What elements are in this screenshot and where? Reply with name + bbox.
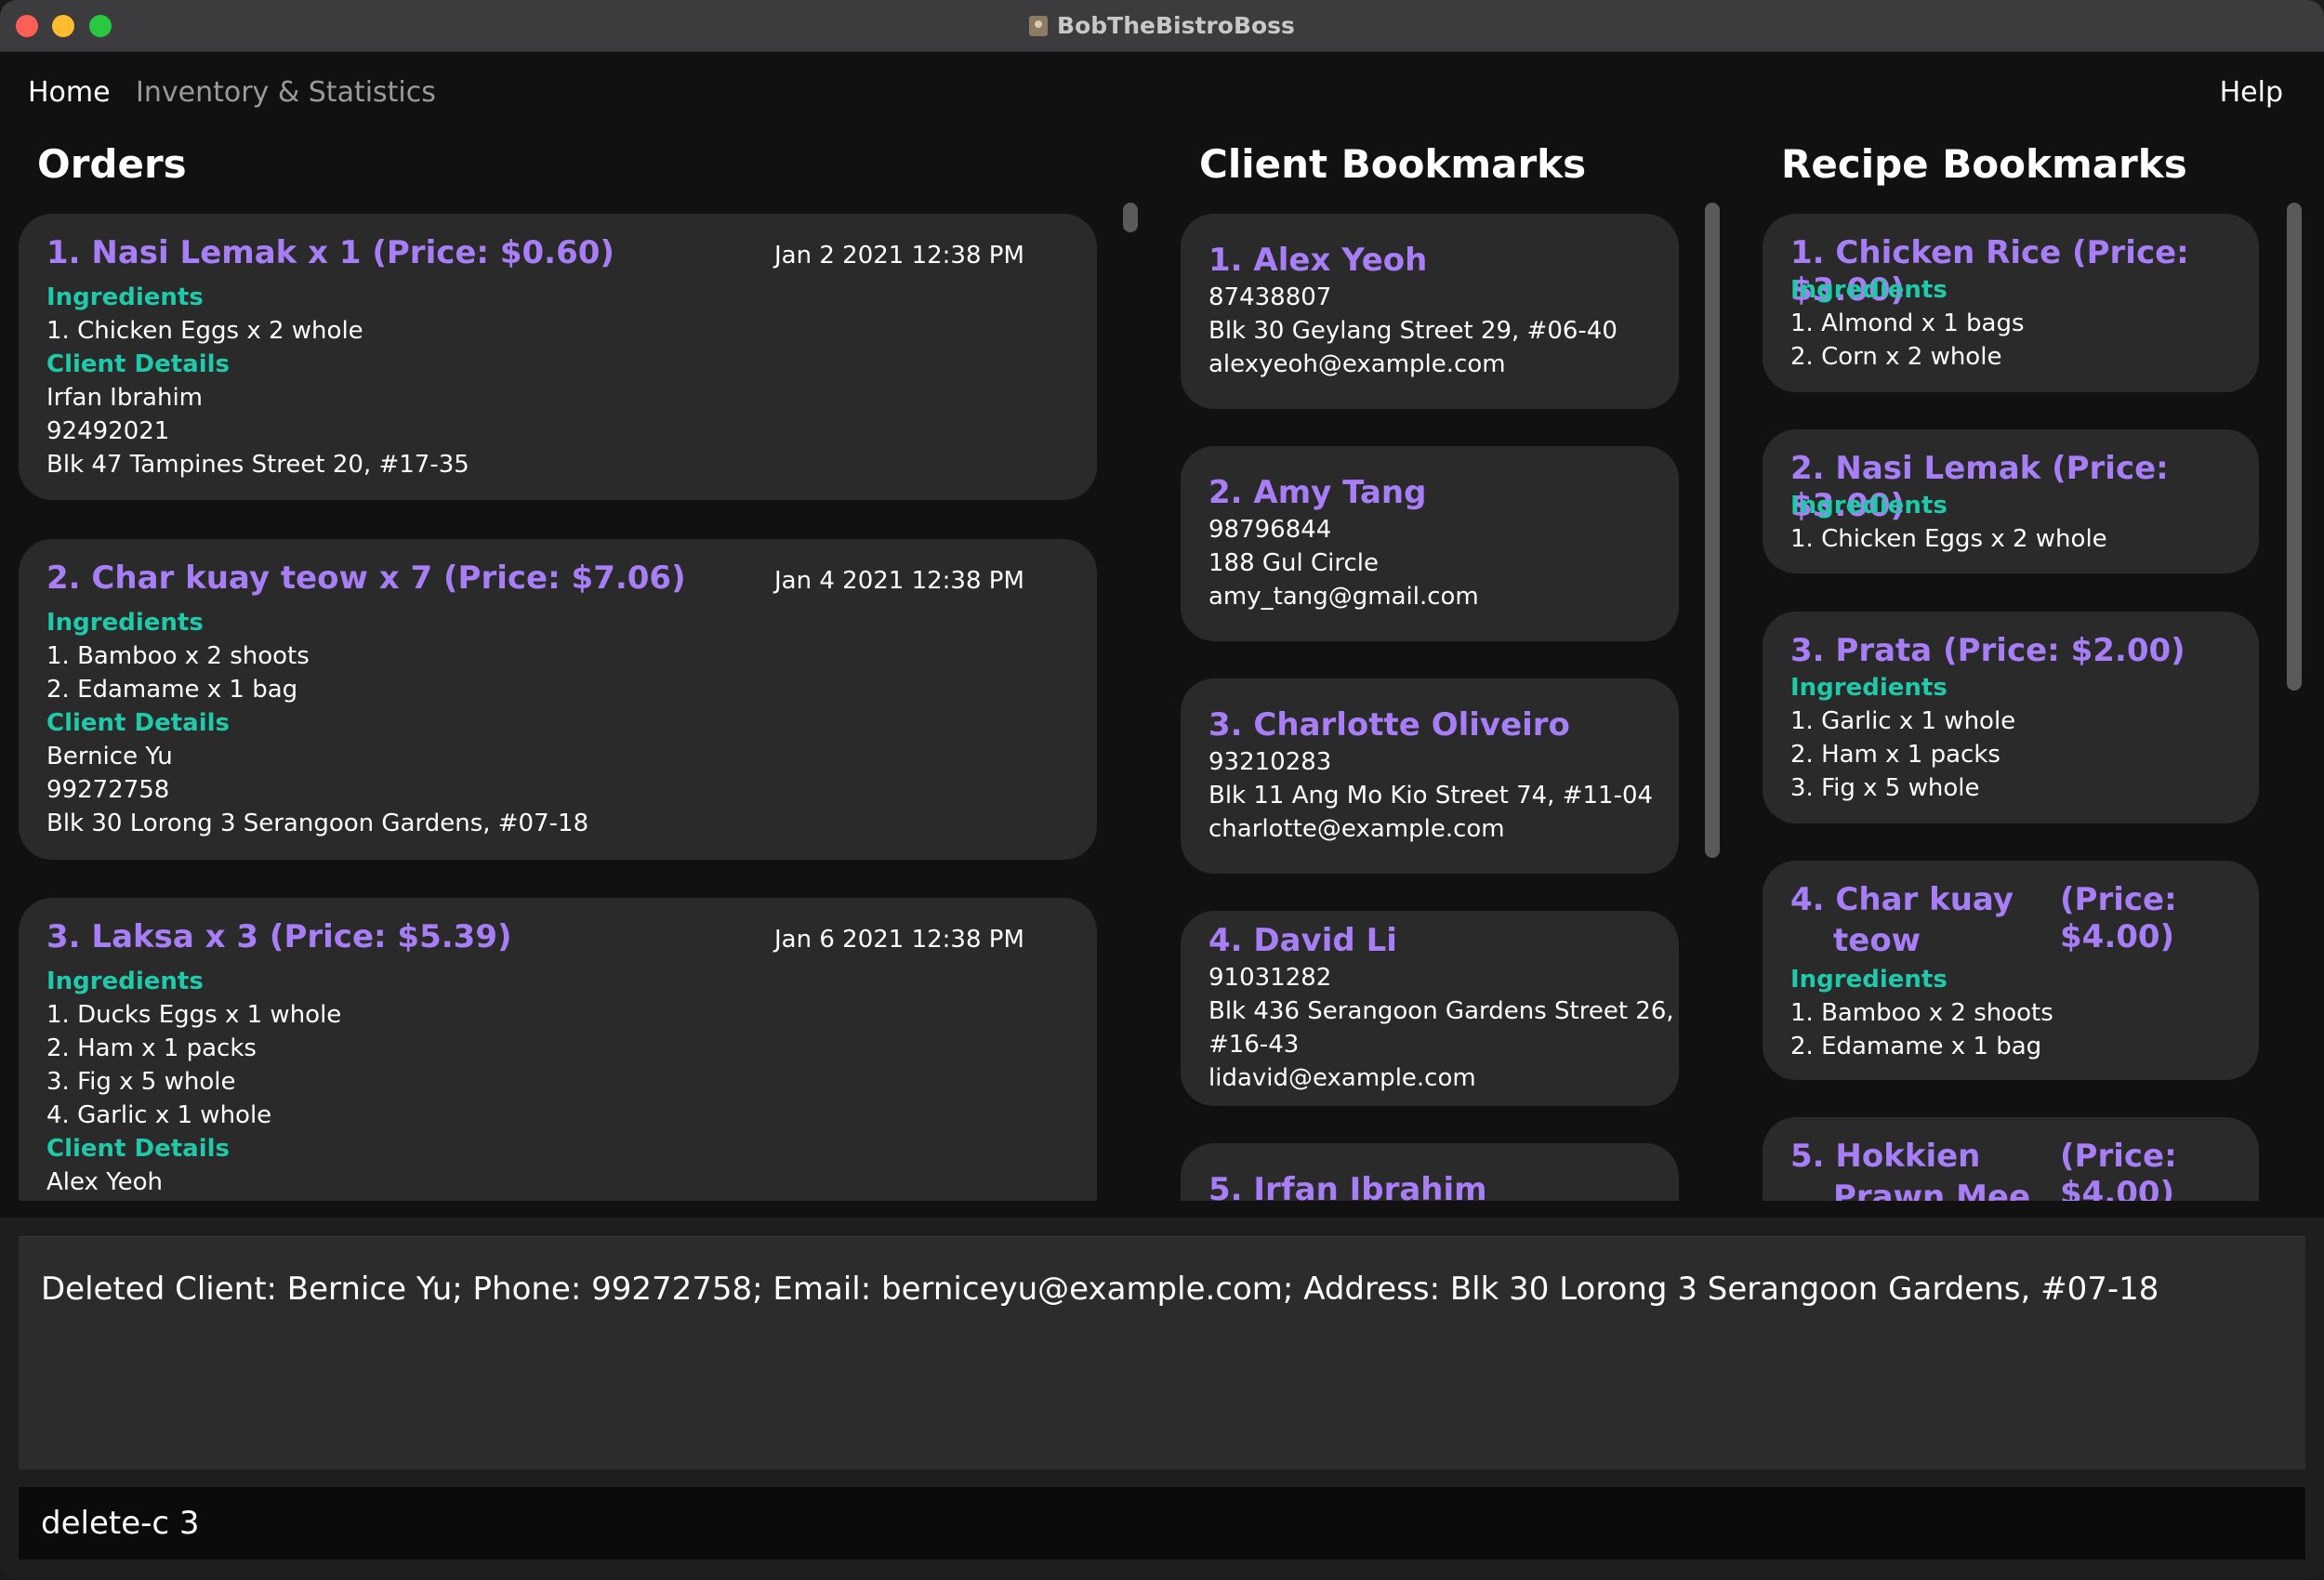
recipe-title: 5. Hokkien [1790, 1138, 1981, 1175]
app-icon [1029, 15, 1049, 36]
command-input[interactable] [41, 1502, 2272, 1545]
recipe-card[interactable]: 2. Nasi Lemak (Price: $3.00) Ingredients… [1763, 429, 2259, 573]
client-bookmarks-title: Client Bookmarks [1199, 141, 1587, 187]
client-line: 92492021 [46, 417, 170, 445]
client-line: 99272758 [46, 776, 170, 804]
ingredient-line: 2. Edamame x 1 bag [46, 676, 298, 704]
orders-list[interactable]: 1. Nasi Lemak x 1 (Price: $0.60) Jan 2 2… [0, 197, 1162, 1201]
client-card[interactable]: 4. David Li 91031282 Blk 436 Serangoon G… [1181, 911, 1679, 1106]
result-message: Deleted Client: Bernice Yu; Phone: 99272… [41, 1271, 2159, 1308]
ingredient-line: 1. Almond x 1 bags [1790, 309, 2025, 337]
app-window: BobTheBistroBoss Home Inventory & Statis… [0, 0, 2324, 1580]
ingredient-line: 2. Corn x 2 whole [1790, 343, 2002, 371]
orders-scrollbar-thumb[interactable] [1123, 203, 1138, 232]
ingredient-line: 2. Ham x 1 packs [46, 1034, 257, 1062]
client-details-heading: Client Details [46, 1135, 231, 1163]
client-phone: 93210283 [1208, 748, 1332, 776]
order-card[interactable]: 1. Nasi Lemak x 1 (Price: $0.60) Jan 2 2… [19, 214, 1097, 500]
client-line: Bernice Yu [46, 743, 173, 770]
recipe-card[interactable]: 5. Hokkien Prawn Mee (Price: $4.00) [1763, 1117, 2259, 1201]
client-email: lidavid@example.com [1208, 1064, 1476, 1092]
client-details-heading: Client Details [46, 709, 231, 737]
recipe-bookmarks-scrollbar-thumb[interactable] [2287, 203, 2302, 691]
recipe-bookmarks-list[interactable]: 1. Chicken Rice (Price: $3.00) Ingredien… [1748, 197, 2287, 1201]
ingredient-line: 1. Chicken Eggs x 2 whole [1790, 525, 2107, 553]
ingredient-line: 1. Bamboo x 2 shoots [1790, 999, 2053, 1027]
recipe-card[interactable]: 3. Prata (Price: $2.00) Ingredients 1. G… [1763, 612, 2259, 823]
client-bookmarks-list[interactable]: 1. Alex Yeoh 87438807 Blk 30 Geylang Str… [1171, 197, 1701, 1201]
menu-bar: Home Inventory & Statistics Help [0, 52, 2324, 136]
client-phone: 98796844 [1208, 516, 1332, 544]
order-title: 2. Char kuay teow x 7 (Price: $7.06) [46, 560, 686, 597]
result-display: Deleted Client: Bernice Yu; Phone: 99272… [19, 1236, 2305, 1469]
client-bookmarks-scrollbar-thumb[interactable] [1705, 203, 1720, 858]
recipe-price: (Price: $4.00) [2060, 881, 2177, 955]
order-title: 1. Nasi Lemak x 1 (Price: $0.60) [46, 234, 614, 271]
order-title: 3. Laksa x 3 (Price: $5.39) [46, 918, 512, 955]
ingredient-line: 2. Ham x 1 packs [1790, 741, 2000, 769]
client-card[interactable]: 3. Charlotte Oliveiro 93210283 Blk 11 An… [1181, 678, 1679, 874]
client-card[interactable]: 5. Irfan Ibrahim [1181, 1143, 1679, 1201]
client-details-heading: Client Details [46, 350, 231, 378]
ingredient-line: 4. Garlic x 1 whole [46, 1101, 272, 1129]
ingredients-heading: Ingredients [46, 609, 204, 637]
client-name: 4. David Li [1208, 922, 1397, 959]
client-address: Blk 30 Geylang Street 29, #06-40 [1208, 317, 1618, 345]
menu-help[interactable]: Help [2220, 76, 2283, 109]
window-title: BobTheBistroBoss [1057, 12, 1295, 39]
client-name: 5. Irfan Ibrahim [1208, 1171, 1487, 1201]
ingredient-line: 3. Fig x 5 whole [46, 1068, 236, 1096]
client-address: Blk 436 Serangoon Gardens Street 26, [1208, 997, 1674, 1025]
client-email: charlotte@example.com [1208, 815, 1505, 843]
ingredients-heading: Ingredients [1790, 276, 1948, 304]
ingredient-line: 1. Chicken Eggs x 2 whole [46, 317, 363, 345]
order-date: Jan 2 2021 12:38 PM [774, 242, 1024, 270]
client-line: Blk 47 Tampines Street 20, #17-35 [46, 451, 469, 479]
recipe-title: 4. Char kuay [1790, 881, 2014, 918]
client-address: 188 Gul Circle [1208, 549, 1380, 577]
command-box[interactable] [19, 1487, 2305, 1560]
client-phone: 87438807 [1208, 283, 1332, 311]
recipe-card[interactable]: 4. Char kuay teow (Price: $4.00) Ingredi… [1763, 861, 2259, 1080]
ingredients-heading: Ingredients [1790, 492, 1948, 520]
client-line: Alex Yeoh [46, 1168, 164, 1196]
ingredient-line: 3. Fig x 5 whole [1790, 774, 1980, 802]
recipe-card[interactable]: 1. Chicken Rice (Price: $3.00) Ingredien… [1763, 214, 2259, 392]
ingredients-heading: Ingredients [1790, 966, 1948, 994]
client-name: 1. Alex Yeoh [1208, 242, 1428, 279]
order-card[interactable]: 2. Char kuay teow x 7 (Price: $7.06) Jan… [19, 539, 1097, 860]
orders-title: Orders [37, 141, 187, 187]
ingredient-line: 2. Edamame x 1 bag [1790, 1033, 2042, 1060]
ingredients-heading: Ingredients [46, 283, 204, 311]
order-date: Jan 6 2021 12:38 PM [774, 926, 1024, 954]
title-bar: BobTheBistroBoss [0, 0, 2324, 52]
ingredients-heading: Ingredients [1790, 674, 1948, 702]
client-card[interactable]: 1. Alex Yeoh 87438807 Blk 30 Geylang Str… [1181, 214, 1679, 409]
client-email: alexyeoh@example.com [1208, 350, 1506, 378]
ingredient-line: 1. Ducks Eggs x 1 whole [46, 1001, 342, 1029]
ingredient-line: 1. Bamboo x 2 shoots [46, 642, 310, 670]
ingredients-heading: Ingredients [46, 968, 204, 995]
ingredient-line: 1. Garlic x 1 whole [1790, 707, 2016, 735]
client-phone: 91031282 [1208, 964, 1332, 992]
order-date: Jan 4 2021 12:38 PM [774, 567, 1024, 595]
client-line: Irfan Ibrahim [46, 384, 204, 412]
client-address: #16-43 [1208, 1031, 1300, 1059]
recipe-price: (Price: $4.00) [2060, 1138, 2177, 1201]
client-address: Blk 11 Ang Mo Kio Street 74, #11-04 [1208, 782, 1654, 810]
menu-inventory-statistics[interactable]: Inventory & Statistics [136, 76, 436, 109]
client-name: 2. Amy Tang [1208, 474, 1427, 511]
client-card[interactable]: 2. Amy Tang 98796844 188 Gul Circle amy_… [1181, 446, 1679, 641]
client-name: 3. Charlotte Oliveiro [1208, 706, 1570, 744]
recipe-title: 3. Prata (Price: $2.00) [1790, 632, 2185, 669]
menu-home[interactable]: Home [28, 76, 111, 109]
recipe-title-continued: Prawn Mee [1833, 1178, 2031, 1201]
order-card[interactable]: 3. Laksa x 3 (Price: $5.39) Jan 6 2021 1… [19, 898, 1097, 1201]
recipe-title-continued: teow [1833, 922, 1921, 959]
client-line: Blk 30 Lorong 3 Serangoon Gardens, #07-1… [46, 810, 589, 837]
recipe-bookmarks-title: Recipe Bookmarks [1781, 141, 2187, 187]
client-email: amy_tang@gmail.com [1208, 583, 1479, 611]
